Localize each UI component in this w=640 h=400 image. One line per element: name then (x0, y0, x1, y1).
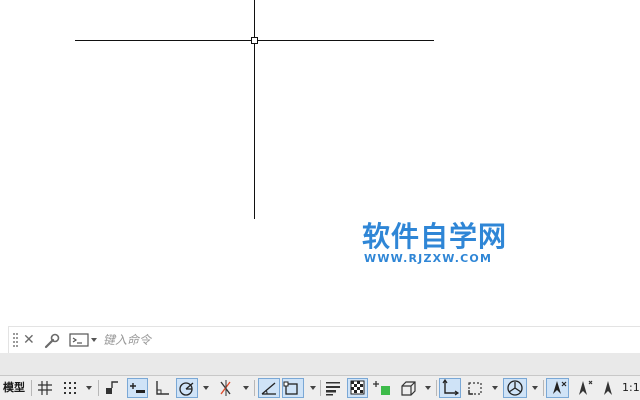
grid-icon (38, 381, 52, 395)
close-icon[interactable]: ✕ (23, 330, 35, 350)
wrench-icon[interactable] (43, 332, 61, 350)
watermark-title: 软件自学网 (362, 220, 508, 253)
command-line: ✕ (8, 326, 640, 353)
status-separator (98, 380, 99, 396)
dynamic-input-icon (130, 383, 145, 393)
dynamic-ucs-icon (442, 379, 460, 396)
3d-object-snap-icon (401, 381, 416, 396)
command-input[interactable] (103, 330, 603, 350)
object-snap-icon (283, 381, 298, 395)
ortho-icon (156, 381, 169, 395)
dynamic-input-button[interactable] (127, 378, 148, 398)
watermark-url: WWW.RJZXW.COM (364, 252, 493, 265)
selection-cycling-button[interactable] (372, 378, 394, 398)
drawing-canvas[interactable]: 软件自学网 WWW.RJZXW.COM (0, 0, 640, 326)
snap-button[interactable] (60, 378, 80, 398)
lineweight-button[interactable] (323, 378, 343, 398)
pickbox (251, 37, 258, 44)
chevron-down-icon[interactable] (241, 378, 251, 398)
isodraft-icon (220, 380, 231, 396)
annotation-visibility-button[interactable] (546, 378, 569, 398)
auto-scale-button[interactable] (573, 378, 595, 398)
chevron-down-icon[interactable] (490, 378, 500, 398)
status-separator (31, 380, 32, 396)
selection-cycling-icon (373, 381, 390, 395)
watermark-logo: 软件自学网 WWW.RJZXW.COM (362, 220, 512, 268)
status-separator (436, 380, 437, 396)
snap-icon (64, 382, 76, 394)
chevron-down-icon[interactable] (201, 378, 211, 398)
object-snap-tracking-button[interactable] (258, 378, 280, 398)
ortho-button[interactable] (152, 378, 172, 398)
selection-filter-icon (468, 382, 482, 395)
grip-icon[interactable] (13, 333, 19, 348)
chevron-down-icon[interactable] (84, 378, 94, 398)
status-bar: 模型 1:1 (0, 375, 640, 400)
annotation-scale-value[interactable]: 1:1 (622, 380, 640, 396)
selection-filter-button[interactable] (465, 378, 487, 398)
crosshair-cursor (75, 0, 434, 219)
grid-button[interactable] (35, 378, 55, 398)
annotation-scale-button[interactable] (597, 378, 619, 398)
chevron-down-icon[interactable] (308, 378, 318, 398)
gizmo-icon (507, 380, 523, 396)
isodraft-button[interactable] (215, 378, 237, 398)
status-separator (543, 380, 544, 396)
infer-constraints-icon (106, 381, 118, 394)
command-line-spacer (0, 353, 640, 375)
3d-object-snap-button[interactable] (398, 378, 420, 398)
polar-tracking-icon (179, 382, 194, 396)
status-separator (320, 380, 321, 396)
status-separator (254, 380, 255, 396)
chevron-down-icon[interactable] (530, 378, 540, 398)
infer-constraints-button[interactable] (102, 378, 122, 398)
gizmo-button[interactable] (503, 378, 527, 398)
transparency-button[interactable] (347, 378, 368, 398)
object-snap-button[interactable] (282, 378, 304, 398)
annotation-visibility-icon (553, 381, 567, 394)
annotation-scale-icon (604, 381, 612, 395)
polar-tracking-button[interactable] (176, 378, 198, 398)
chevron-down-icon[interactable] (423, 378, 433, 398)
transparency-icon (350, 380, 365, 395)
object-snap-tracking-icon (261, 382, 276, 395)
lineweight-icon (326, 382, 340, 396)
model-tab[interactable]: 模型 (3, 380, 25, 396)
dynamic-ucs-button[interactable] (439, 378, 461, 398)
command-prompt-icon[interactable] (69, 332, 99, 348)
auto-scale-icon (579, 380, 593, 395)
